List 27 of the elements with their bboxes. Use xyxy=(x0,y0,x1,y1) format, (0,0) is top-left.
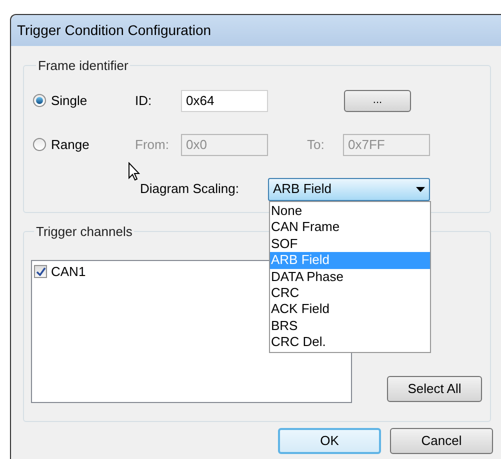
dropdown-option[interactable]: BRS xyxy=(270,318,430,334)
radio-button[interactable]: Range xyxy=(33,134,135,154)
dropdown-option[interactable]: ACK Field xyxy=(270,301,430,318)
radio-button[interactable]: Single xyxy=(33,90,135,110)
group-title: Trigger channels xyxy=(35,223,134,241)
input-field[interactable]: 0x64 xyxy=(181,90,268,112)
dropdown-option[interactable]: CAN Frame xyxy=(270,219,430,236)
radio-circle[interactable] xyxy=(33,94,46,107)
field-label: ID: xyxy=(135,92,153,110)
dropdown-option[interactable]: CRC xyxy=(270,284,430,302)
browse-button[interactable]: ... xyxy=(344,90,411,112)
dropdown-option[interactable]: CRC Del. xyxy=(270,334,430,351)
group-title: Frame identifier xyxy=(37,57,130,75)
caret-icon xyxy=(416,186,425,192)
dialog-button[interactable]: OK xyxy=(278,428,381,454)
dialog-button[interactable]: Cancel xyxy=(390,428,493,454)
select-all-button[interactable]: Select All xyxy=(387,376,482,402)
dropdown-option[interactable]: DATA Phase xyxy=(270,268,430,285)
dropdown[interactable]: ARB Field xyxy=(268,178,430,200)
checkbox[interactable] xyxy=(34,265,47,278)
field-label: From: xyxy=(135,136,170,154)
dropdown-option[interactable]: None xyxy=(270,203,430,220)
window-title: Trigger Condition Configuration xyxy=(17,21,212,40)
field-label: Diagram Scaling: xyxy=(140,180,240,198)
cursor-icon xyxy=(128,162,140,181)
field-label: To: xyxy=(307,136,326,154)
dropdown-option[interactable]: SOF xyxy=(270,236,430,252)
